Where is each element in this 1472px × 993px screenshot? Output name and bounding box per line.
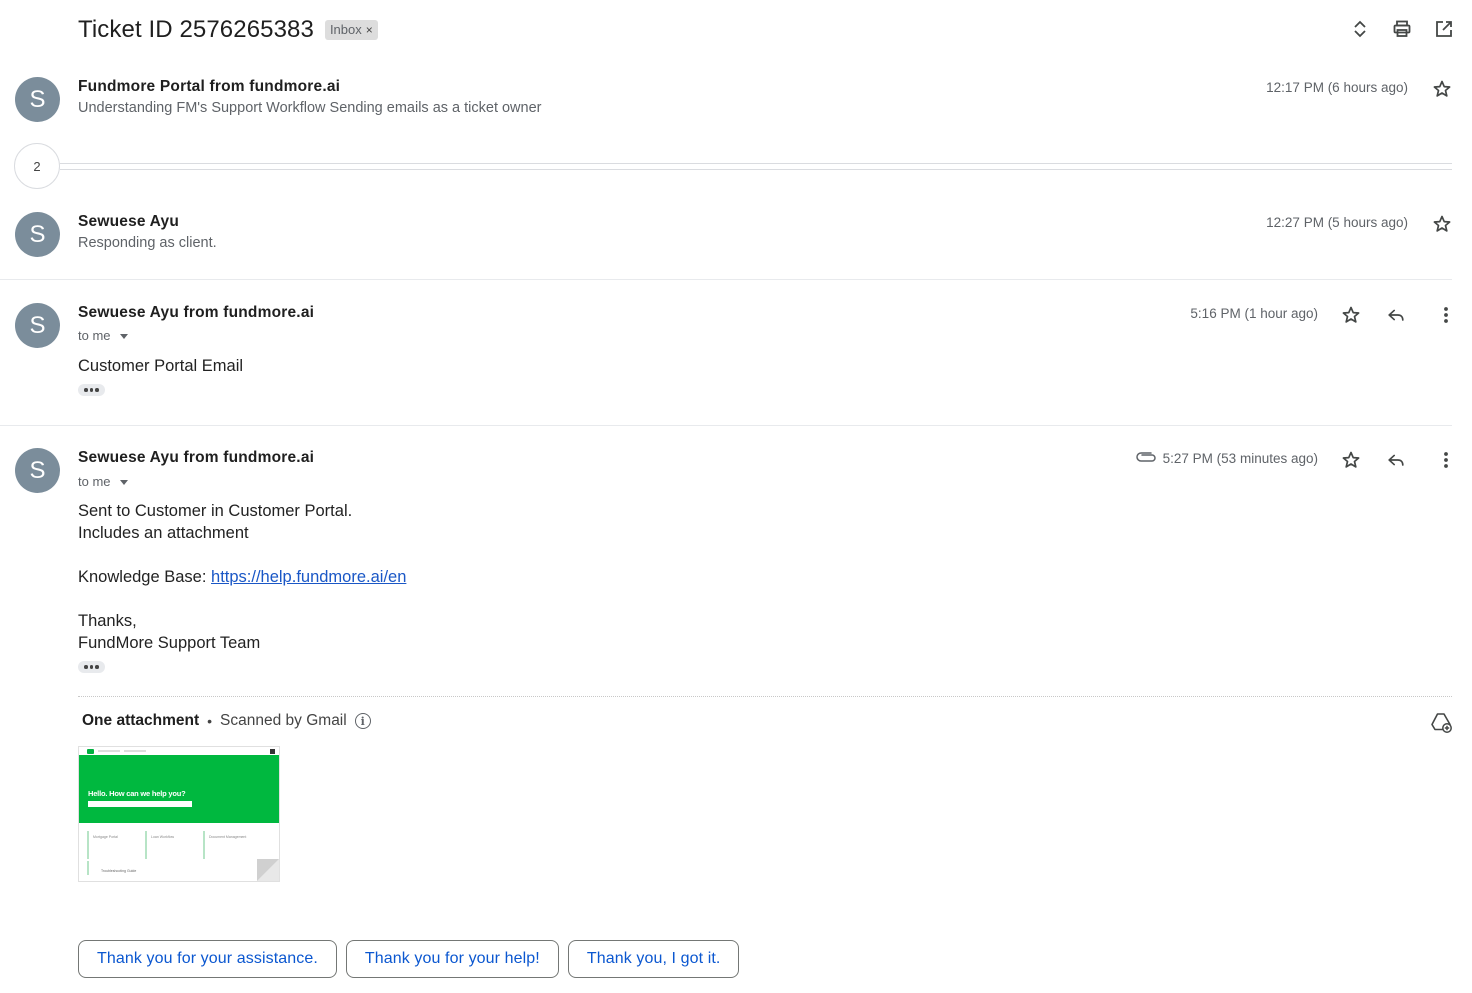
open-new-window-icon[interactable] [1434,16,1454,42]
chevron-down-icon [119,334,128,339]
thumbnail-search-bar [88,801,192,807]
thread-toolbar [1350,16,1454,42]
thumbnail-logo [87,748,94,754]
message-time: 12:27 PM (5 hours ago) [1266,215,1408,230]
more-options-icon[interactable] [1436,450,1448,470]
collapsed-messages-count[interactable]: 2 [14,143,60,189]
recipient-label: to me [78,328,111,343]
print-icon[interactable] [1392,16,1412,42]
thumbnail-card: Document Management [203,831,255,859]
message-body-line: Includes an attachment [78,524,249,542]
message-time: 5:27 PM (53 minutes ago) [1162,451,1318,466]
smart-reply-button[interactable]: Thank you, I got it. [567,940,740,978]
label-chip-text: Inbox [329,22,362,37]
knowledge-base-line: Knowledge Base: https://help.fundmore.ai… [78,566,406,588]
recipient-details-toggle[interactable]: to me [78,328,128,343]
message-time: 5:16 PM (1 hour ago) [1190,306,1318,321]
recipient-label: to me [78,474,111,489]
reply-icon[interactable] [1386,450,1408,470]
sender-name[interactable]: Sewuese Ayu from fundmore.ai [78,449,314,467]
message-divider [0,425,1452,426]
attachment-thumbnail[interactable]: Hello. How can we help you? Mortgage Por… [78,746,280,882]
smart-reply-button[interactable]: Thank you for your assistance. [78,940,337,978]
chevron-down-icon [119,480,128,485]
attachment-count: One attachment [82,712,200,729]
label-chip-inbox[interactable]: Inbox × [324,20,378,40]
sender-name[interactable]: Sewuese Ayu [78,213,179,231]
thumbnail-hero-text: Hello. How can we help you? [88,789,186,798]
page-fold-corner [235,859,279,881]
thumbnail-cards: Mortgage Portal Loan Workflow Document M… [79,823,279,859]
expand-collapse-icon[interactable] [1350,16,1370,42]
thumbnail-card: Mortgage Portal [87,831,139,859]
message-time: 12:17 PM (6 hours ago) [1266,80,1408,95]
collapsed-divider [60,163,1452,164]
remove-label-icon[interactable]: × [366,20,373,40]
message-body: Customer Portal Email [78,357,244,375]
message-body-line: Sent to Customer in Customer Portal. [78,502,353,520]
sender-name[interactable]: Fundmore Portal from fundmore.ai [78,78,340,96]
star-icon[interactable] [1432,79,1452,99]
recipient-details-toggle[interactable]: to me [78,474,128,489]
smart-replies: Thank you for your assistance. Thank you… [78,940,740,978]
signoff: Thanks, [78,612,137,630]
star-icon[interactable] [1432,214,1452,234]
smart-reply-button[interactable]: Thank you for your help! [345,940,559,978]
avatar[interactable]: S [15,303,60,348]
avatar[interactable]: S [15,448,60,493]
attachment-divider [78,696,1452,697]
thumbnail-nav [79,747,279,755]
avatar[interactable]: S [15,77,60,122]
add-to-drive-icon[interactable] [1430,711,1452,733]
show-trimmed-content-button[interactable] [78,661,105,673]
message-divider [0,279,1452,280]
separator-dot: • [207,713,213,729]
signature: FundMore Support Team [78,634,261,652]
attachment-header: One attachment • Scanned by Gmail i [82,712,371,730]
thumbnail-card: Loan Workflow [145,831,197,859]
thumbnail-hero: Hello. How can we help you? [79,755,279,823]
knowledge-base-label: Knowledge Base: [78,568,212,586]
show-trimmed-content-button[interactable] [78,384,105,396]
thread-header: Ticket ID 2576265383 Inbox × [78,14,378,46]
message-snippet[interactable]: Responding as client. [78,235,217,251]
avatar[interactable]: S [15,212,60,257]
thread-subject: Ticket ID 2576265383 [78,16,314,43]
reply-icon[interactable] [1386,305,1408,325]
knowledge-base-link[interactable]: https://help.fundmore.ai/en [211,568,406,586]
collapsed-divider [60,169,1452,170]
attachment-clip-icon [1136,451,1158,465]
sender-name[interactable]: Sewuese Ayu from fundmore.ai [78,304,314,322]
scan-note: Scanned by Gmail [220,712,347,729]
star-icon[interactable] [1341,450,1361,470]
star-icon[interactable] [1341,305,1361,325]
info-icon[interactable]: i [354,713,371,729]
more-options-icon[interactable] [1436,305,1448,325]
message-snippet[interactable]: Understanding FM's Support Workflow Send… [78,100,542,116]
